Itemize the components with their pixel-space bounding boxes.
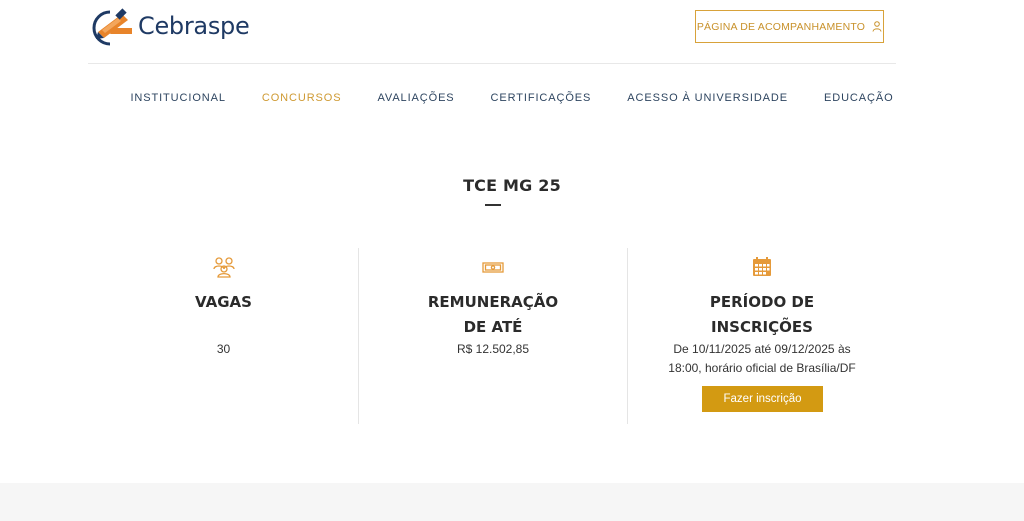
calendar-icon (753, 257, 771, 276)
page-title: TCE MG 25 (463, 176, 561, 195)
remuneracao-value: R$ 12.502,85 (456, 342, 530, 356)
money-icon (482, 262, 504, 273)
periodo-value: De 10/11/2025 até 09/12/2025 às 18:00, h… (668, 342, 856, 375)
nav-item-certificacoes[interactable]: CERTIFICAÇÕES (473, 92, 610, 104)
logo[interactable]: Cebraspe (88, 6, 250, 46)
periodo-column: PERÍODO DE INSCRIÇÕES De 10/11/2025 até … (627, 248, 896, 424)
nav-item-institucional[interactable]: INSTITUCIONAL (112, 92, 243, 104)
users-icon (212, 257, 235, 278)
nav-item-avaliacoes[interactable]: AVALIAÇÕES (359, 92, 472, 104)
main-nav: INSTITUCIONAL CONCURSOS AVALIAÇÕES CERTI… (0, 92, 1024, 104)
header-divider (88, 63, 896, 64)
tracking-page-button[interactable]: PÁGINA DE ACOMPANHAMENTO (695, 10, 884, 43)
user-icon (872, 21, 882, 32)
remuneracao-column: REMUNERAÇÃO DE ATÉ R$ 12.502,85 (358, 248, 627, 424)
logo-text: Cebraspe (138, 12, 250, 40)
nav-item-acesso-universidade[interactable]: ACESSO À UNIVERSIDADE (609, 92, 806, 104)
vagas-value: 30 (216, 342, 231, 356)
periodo-heading: PERÍODO DE INSCRIÇÕES (709, 293, 815, 336)
vagas-column: VAGAS 30 (89, 248, 358, 424)
register-button[interactable]: Fazer inscrição (702, 386, 823, 412)
cebraspe-logo-icon (92, 8, 132, 46)
nav-item-educacao[interactable]: EDUCAÇÃO (806, 92, 912, 104)
remuneracao-heading: REMUNERAÇÃO DE ATÉ (427, 293, 559, 336)
footer-band (0, 483, 1024, 521)
title-underline (485, 204, 501, 206)
nav-item-concursos[interactable]: CONCURSOS (244, 92, 360, 104)
tracking-page-label: PÁGINA DE ACOMPANHAMENTO (696, 20, 866, 33)
header: Cebraspe PÁGINA DE ACOMPANHAMENTO (0, 0, 1024, 64)
vagas-heading: VAGAS (195, 293, 252, 311)
